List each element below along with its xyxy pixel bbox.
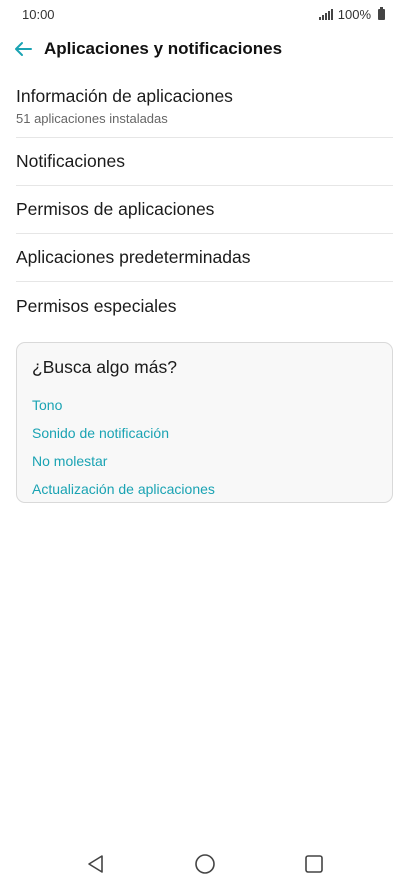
suggestions-card: ¿Busca algo más? Tono Sonido de notifica… [16,342,393,503]
signal-icon [318,8,333,20]
list-item-label: Notificaciones [16,151,125,171]
app-bar: Aplicaciones y notificaciones [0,28,409,70]
arrow-left-icon[interactable] [12,38,34,60]
navigation-bar [0,840,409,888]
screen: 10:00 100% Aplicaciones y notificaciones… [0,0,409,888]
notifications-item[interactable]: Notificaciones [16,138,393,186]
circle-home-icon[interactable] [150,840,259,888]
battery-icon [378,6,385,20]
suggestion-link-do-not-disturb[interactable]: No molestar [32,447,377,475]
app-info-title: Información de aplicaciones [16,85,233,106]
app-permissions-item[interactable]: Permisos de aplicaciones [16,186,393,234]
page-title: Aplicaciones y notificaciones [44,39,283,58]
suggestion-link-app-updates[interactable]: Actualización de aplicaciones [32,475,377,503]
app-info-item[interactable]: Información de aplicaciones 51 aplicacio… [16,72,393,138]
settings-list: Información de aplicaciones 51 aplicacio… [16,72,393,330]
list-item-label: Permisos especiales [16,295,177,316]
suggestions-links: Tono Sonido de notificación No molestar … [32,391,377,503]
list-item-label: Aplicaciones predeterminadas [16,247,251,267]
status-time: 10:00 [22,6,55,22]
suggestion-link-tone[interactable]: Tono [32,391,377,419]
triangle-back-icon[interactable] [41,840,150,888]
list-item-label: Permisos de aplicaciones [16,199,215,219]
status-bar: 10:00 100% [0,0,409,28]
app-info-subtitle: 51 aplicaciones instaladas [16,110,168,126]
status-icons: 100% [318,6,385,22]
default-apps-item[interactable]: Aplicaciones predeterminadas [16,234,393,282]
special-permissions-item[interactable]: Permisos especiales [16,282,393,330]
battery-percent: 100% [337,6,371,22]
square-recents-icon[interactable] [259,840,368,888]
suggestion-link-notification-sound[interactable]: Sonido de notificación [32,419,377,447]
suggestions-title: ¿Busca algo más? [32,357,177,377]
